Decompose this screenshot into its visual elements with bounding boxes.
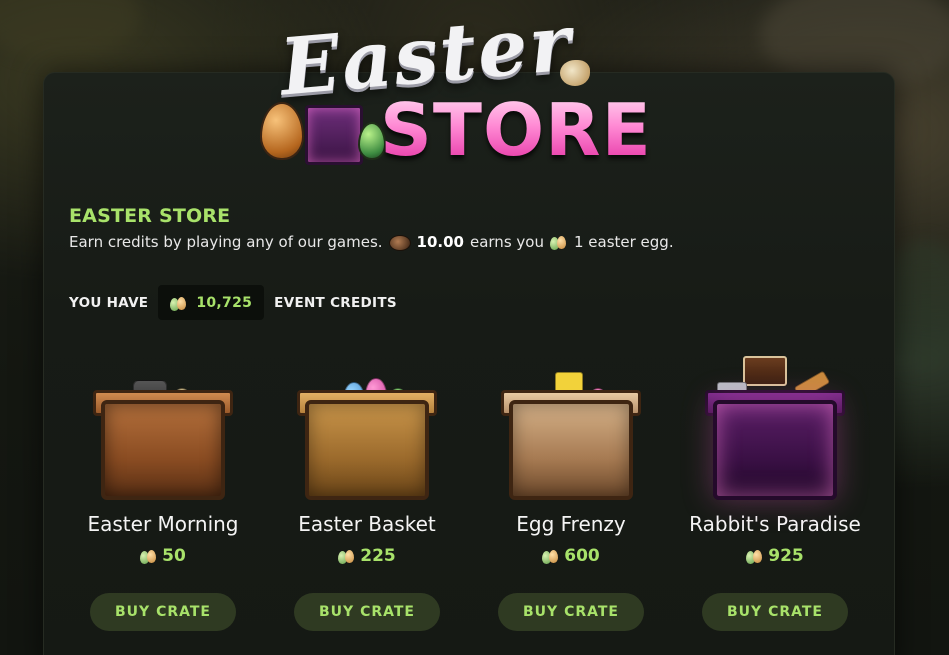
crate-name: Easter Basket xyxy=(298,512,436,536)
crate-card-easter-basket: Easter Basket 225 BUY CRATE xyxy=(262,360,472,631)
crate-name: Egg Frenzy xyxy=(516,512,626,536)
background-decoration xyxy=(0,0,140,60)
crate-price-value: 50 xyxy=(162,546,186,566)
logo-crate-icon xyxy=(305,105,363,165)
balance-label: YOU HAVE xyxy=(69,294,149,311)
balance-value: 10,725 xyxy=(196,294,253,311)
crate-price: 600 xyxy=(466,546,676,566)
buy-crate-button[interactable]: BUY CRATE xyxy=(498,593,644,631)
crate-price: 50 xyxy=(58,546,268,566)
crate-image-easter-basket xyxy=(287,360,447,510)
egg-credit-icon xyxy=(170,296,188,311)
chicken-icon xyxy=(560,60,590,86)
crate-name: Easter Morning xyxy=(87,512,239,536)
crate-item xyxy=(743,356,787,386)
balance-row: YOU HAVE 10,725 EVENT CREDITS xyxy=(69,285,397,320)
egg-credit-icon xyxy=(549,236,568,250)
crate-image-egg-frenzy xyxy=(491,360,651,510)
easter-store-logo: Easter STORE xyxy=(250,0,690,172)
crate-card-egg-frenzy: Egg Frenzy 600 BUY CRATE xyxy=(466,360,676,631)
balance-box: 10,725 xyxy=(158,285,265,320)
egg-credit-icon xyxy=(338,550,356,564)
buy-crate-button[interactable]: BUY CRATE xyxy=(294,593,440,631)
crate-image-rabbits-paradise xyxy=(695,356,855,510)
description-amount: 10.00 xyxy=(416,233,464,251)
crate-price-value: 225 xyxy=(360,546,396,566)
coin-icon xyxy=(388,235,411,251)
egg-credit-icon xyxy=(140,550,158,564)
crate-card-easter-morning: Easter Morning 50 BUY CRATE xyxy=(58,360,268,631)
crate-price-value: 925 xyxy=(768,546,804,566)
crate-price: 925 xyxy=(670,546,880,566)
store-description: Earn credits by playing any of our games… xyxy=(69,233,674,251)
description-prefix: Earn credits by playing any of our games… xyxy=(69,233,383,251)
crate-image-easter-morning xyxy=(83,360,243,510)
description-suffix: 1 easter egg. xyxy=(573,233,674,251)
logo-store-text: STORE xyxy=(380,88,652,172)
egg-credit-icon xyxy=(542,550,560,564)
crate-name: Rabbit's Paradise xyxy=(689,512,861,536)
egg-credit-icon xyxy=(746,550,764,564)
crate-price: 225 xyxy=(262,546,472,566)
buy-crate-button[interactable]: BUY CRATE xyxy=(702,593,848,631)
buy-crate-button[interactable]: BUY CRATE xyxy=(90,593,236,631)
description-middle: earns you xyxy=(469,233,544,251)
crate-price-value: 600 xyxy=(564,546,600,566)
balance-suffix: EVENT CREDITS xyxy=(274,294,397,311)
store-title: EASTER STORE xyxy=(69,205,231,227)
crate-card-rabbits-paradise: Rabbit's Paradise 925 BUY CRATE xyxy=(670,356,880,631)
